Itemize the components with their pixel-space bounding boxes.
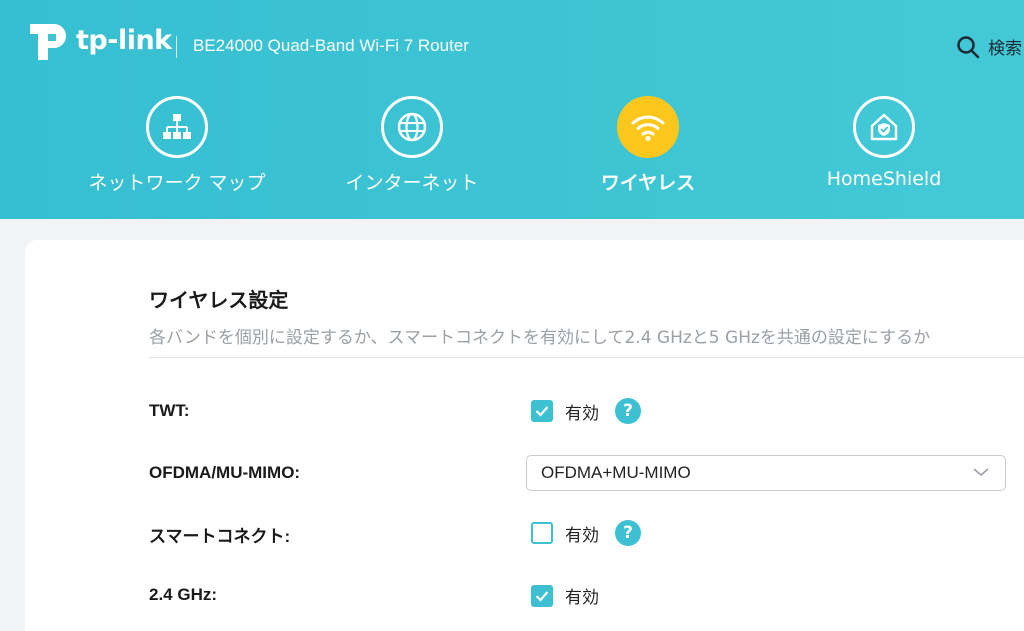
ofdma-select[interactable]: OFDMA+MU-MIMO xyxy=(526,455,1006,491)
twt-checkbox[interactable] xyxy=(531,400,553,422)
smart-connect-option: 有効 ? xyxy=(531,520,641,546)
band-24ghz-enable-label: 有効 xyxy=(565,588,599,608)
main-nav: ネットワーク マップ インターネット ワイヤレス HomeShield xyxy=(0,96,1024,206)
nav-internet[interactable]: インターネット xyxy=(302,96,522,195)
tp-link-logo[interactable]: tp-link xyxy=(24,16,172,64)
band-24ghz-option: 有効 xyxy=(531,583,599,608)
section-title: ワイヤレス設定 xyxy=(149,288,289,312)
nav-homeshield[interactable]: HomeShield xyxy=(774,96,994,190)
nav-network-map[interactable]: ネットワーク マップ xyxy=(67,96,287,195)
band-24ghz-checkbox[interactable] xyxy=(531,584,553,607)
check-icon xyxy=(535,406,549,417)
header-divider xyxy=(176,36,177,58)
smart-connect-checkbox[interactable] xyxy=(531,522,553,544)
brand-name: tp-link xyxy=(76,24,172,56)
check-icon xyxy=(535,590,549,602)
search-label: 検索 xyxy=(988,39,1022,59)
smart-connect-label: スマートコネクト: xyxy=(149,527,291,546)
nav-network-map-label: ネットワーク マップ xyxy=(88,172,266,194)
chevron-down-icon xyxy=(973,468,989,477)
header: tp-link BE24000 Quad-Band Wi-Fi 7 Router… xyxy=(0,0,1024,219)
help-icon[interactable]: ? xyxy=(615,398,641,424)
network-map-icon xyxy=(146,96,208,158)
search-button[interactable]: 検索 xyxy=(956,34,1022,59)
router-model: BE24000 Quad-Band Wi-Fi 7 Router xyxy=(193,36,469,55)
wireless-settings-card: ワイヤレス設定 各バンドを個別に設定するか、スマートコネクトを有効にして2.4 … xyxy=(25,240,1024,631)
nav-homeshield-label: HomeShield xyxy=(826,168,942,190)
ofdma-select-value: OFDMA+MU-MIMO xyxy=(541,463,691,482)
section-divider xyxy=(149,357,1024,358)
ofdma-label: OFDMA/MU-MIMO: xyxy=(149,463,301,482)
twt-label: TWT: xyxy=(149,401,190,420)
wifi-icon xyxy=(617,96,679,158)
search-icon xyxy=(957,35,980,58)
section-description: 各バンドを個別に設定するか、スマートコネクトを有効にして2.4 GHzと5 GH… xyxy=(149,328,931,348)
nav-wireless[interactable]: ワイヤレス xyxy=(538,96,758,195)
help-icon[interactable]: ? xyxy=(615,520,641,546)
twt-enable-label: 有効 xyxy=(565,403,599,424)
nav-wireless-label: ワイヤレス xyxy=(600,172,696,194)
band-24ghz-label: 2.4 GHz: xyxy=(149,585,218,604)
nav-internet-label: インターネット xyxy=(345,172,479,194)
smart-connect-enable-label: 有効 xyxy=(565,525,599,546)
tp-link-logo-icon xyxy=(30,24,66,60)
homeshield-icon xyxy=(853,96,915,158)
twt-option: 有効 ? xyxy=(531,398,641,424)
globe-icon xyxy=(381,96,443,158)
